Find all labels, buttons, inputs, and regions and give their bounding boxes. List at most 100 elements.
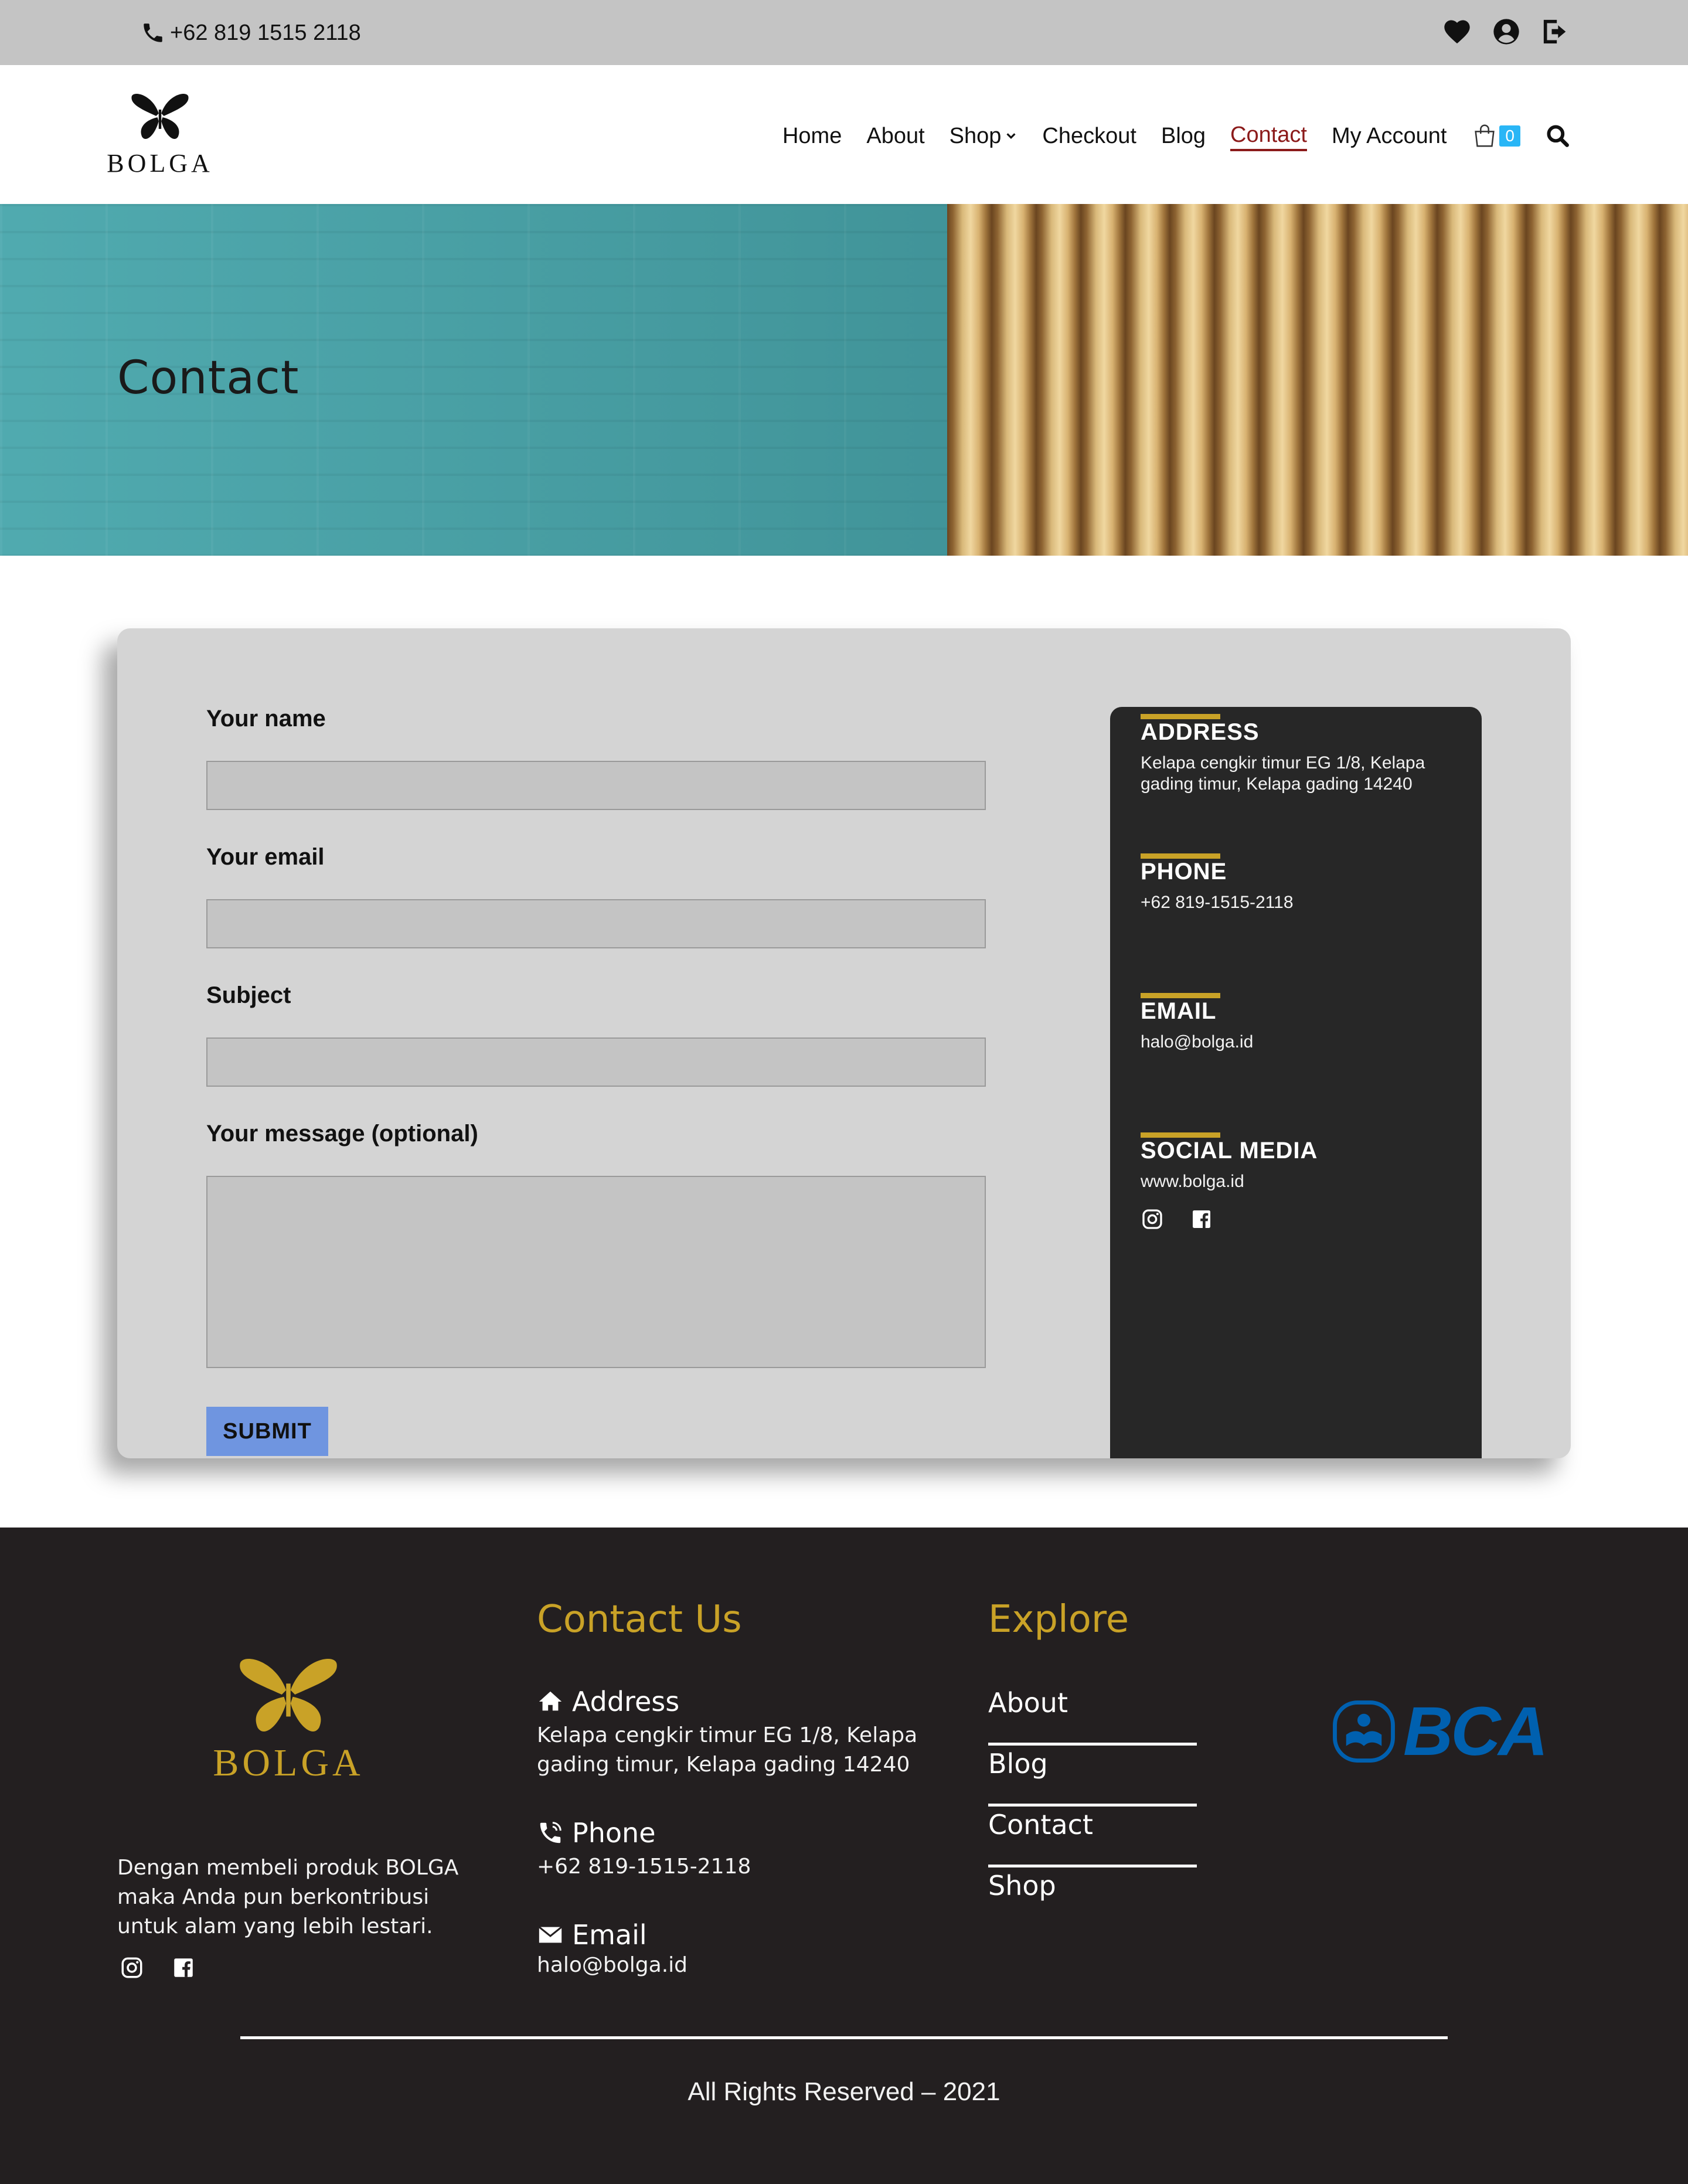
subject-label: Subject — [206, 982, 291, 1008]
message-field[interactable] — [206, 1176, 986, 1368]
footer-address-text: Kelapa cengkir timur EG 1/8, Kelapa gadi… — [537, 1723, 918, 1777]
nav-blog[interactable]: Blog — [1161, 121, 1206, 151]
footer-address-head: Address — [537, 1686, 971, 1717]
footer-divider — [240, 2036, 1448, 2039]
cart-button[interactable]: 0 — [1471, 123, 1520, 149]
copyright-text: All Rights Reserved – 2021 — [688, 2077, 1000, 2106]
instagram-link[interactable] — [1141, 1207, 1164, 1231]
heart-icon — [1444, 20, 1470, 44]
wishlist-button[interactable] — [1442, 16, 1472, 47]
info-email-text: halo@bolga.id — [1141, 1032, 1254, 1052]
footer-phone: Phone +62 819-1515-2118 — [537, 1817, 971, 1882]
envelope-icon — [538, 1926, 563, 1943]
footer-link-contact[interactable]: Contact — [988, 1807, 1197, 1867]
phone-icon — [144, 23, 162, 42]
contact-card: Your name Your email Subject Your messag… — [117, 628, 1571, 1458]
facebook-icon — [1193, 1210, 1210, 1228]
name-field[interactable] — [206, 761, 986, 810]
footer-logo[interactable]: BOLGA — [209, 1651, 368, 1785]
info-email-heading: EMAIL — [1141, 998, 1217, 1024]
logout-button[interactable] — [1540, 16, 1571, 47]
footer-facebook-link[interactable] — [171, 1955, 196, 1980]
nav-home[interactable]: Home — [782, 121, 842, 151]
footer-link-blog[interactable]: Blog — [988, 1746, 1197, 1807]
footer-link-about[interactable]: About — [988, 1685, 1197, 1746]
phone-ringing-icon — [540, 1822, 561, 1843]
footer-phone-text: +62 819-1515-2118 — [537, 1855, 751, 1879]
footer-phone-head: Phone — [537, 1817, 971, 1849]
nav-my-account[interactable]: My Account — [1332, 121, 1447, 151]
search-icon — [1547, 125, 1569, 147]
info-address: ADDRESS Kelapa cengkir timur EG 1/8, Kel… — [1141, 714, 1457, 795]
contact-info-panel: ADDRESS Kelapa cengkir timur EG 1/8, Kel… — [1110, 707, 1482, 1458]
hero-wood-panel-image — [947, 204, 1688, 556]
butterfly-logo-icon — [240, 1659, 337, 1731]
info-phone: PHONE +62 819-1515-2118 — [1141, 853, 1457, 913]
instagram-icon — [1142, 1209, 1162, 1229]
message-label: Your message (optional) — [206, 1121, 478, 1147]
butterfly-logo-icon — [131, 93, 189, 140]
footer-contact: Address Kelapa cengkir timur EG 1/8, Kel… — [537, 1686, 971, 2018]
instagram-icon — [121, 1957, 142, 1978]
info-address-heading: ADDRESS — [1141, 719, 1260, 745]
footer-contact-title: Contact Us — [537, 1598, 742, 1641]
email-label: Your email — [206, 844, 325, 870]
home-icon — [539, 1691, 562, 1711]
contact-form: Your name Your email Subject Your messag… — [206, 706, 986, 1456]
footer-explore-title: Explore — [988, 1598, 1129, 1641]
footer-phone-label: Phone — [572, 1817, 656, 1849]
footer-about-text: Dengan membeli produk BOLGA maka Anda pu… — [117, 1856, 459, 1938]
info-email: EMAIL halo@bolga.id — [1141, 993, 1457, 1053]
topbar-phone[interactable]: +62 819 1515 2118 — [141, 18, 361, 48]
info-social-links — [1141, 1207, 1457, 1231]
bca-text: BCA — [1403, 1693, 1549, 1770]
footer-link-shop[interactable]: Shop — [988, 1867, 1197, 1928]
footer-email-text: halo@bolga.id — [537, 1953, 688, 1977]
email-field[interactable] — [206, 899, 986, 948]
info-phone-heading: PHONE — [1141, 859, 1227, 885]
hero-banner: Contact — [0, 204, 1688, 556]
page-title: Contact — [117, 352, 300, 404]
footer-explore-links: About Blog Contact Shop — [988, 1685, 1197, 1928]
accent-bar — [1141, 714, 1220, 719]
accent-bar — [1141, 993, 1220, 998]
footer-address-label: Address — [572, 1686, 680, 1717]
topbar-icons — [1442, 16, 1571, 47]
submit-button[interactable]: SUBMIT — [206, 1407, 328, 1456]
name-label: Your name — [206, 706, 326, 732]
footer-social-links — [120, 1955, 196, 1980]
topbar-phone-text: +62 819 1515 2118 — [170, 20, 361, 45]
bca-emblem-icon — [1333, 1700, 1395, 1763]
nav-about[interactable]: About — [866, 121, 924, 151]
footer-email: Email halo@bolga.id — [537, 1919, 971, 1980]
info-social: SOCIAL MEDIA www.bolga.id — [1141, 1132, 1457, 1231]
logout-icon — [1543, 19, 1566, 44]
search-button[interactable] — [1545, 123, 1571, 149]
site-header: BOLGA Home About Shop Checkout Blog Cont… — [0, 65, 1688, 204]
logo-text: BOLGA — [107, 149, 213, 178]
info-phone-text: +62 819-1515-2118 — [1141, 893, 1294, 912]
site-logo[interactable]: BOLGA — [107, 87, 213, 181]
nav-shop[interactable]: Shop — [950, 121, 1018, 151]
user-icon — [1493, 19, 1519, 45]
accent-bar — [1141, 853, 1220, 859]
nav-contact[interactable]: Contact — [1230, 121, 1307, 151]
cart-count-badge: 0 — [1499, 125, 1520, 147]
account-button[interactable] — [1491, 16, 1522, 47]
subject-field[interactable] — [206, 1037, 986, 1087]
footer-address: Address Kelapa cengkir timur EG 1/8, Kel… — [537, 1686, 971, 1780]
footer-email-label: Email — [572, 1919, 647, 1951]
footer-email-head: Email — [537, 1919, 971, 1951]
facebook-link[interactable] — [1190, 1207, 1213, 1231]
accent-bar — [1141, 1132, 1220, 1138]
info-social-text[interactable]: www.bolga.id — [1141, 1171, 1457, 1192]
facebook-icon — [174, 1958, 193, 1977]
chevron-down-icon — [1006, 133, 1016, 140]
shopping-bag-icon — [1475, 124, 1495, 147]
nav-checkout[interactable]: Checkout — [1042, 121, 1136, 151]
site-footer: BOLGA Dengan membeli produk BOLGA maka A… — [0, 1528, 1688, 2184]
footer-logo-text: BOLGA — [213, 1741, 364, 1784]
main-nav: Home About Shop Checkout Blog Contact My… — [782, 121, 1571, 151]
footer-instagram-link[interactable] — [120, 1955, 144, 1980]
info-social-heading: SOCIAL MEDIA — [1141, 1138, 1318, 1164]
